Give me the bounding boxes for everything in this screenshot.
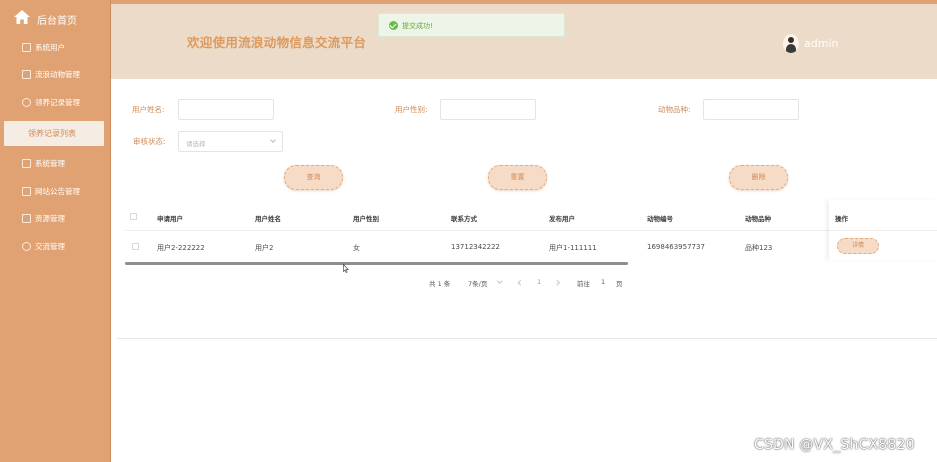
column-header-action: 操作 xyxy=(835,215,848,223)
mouse-cursor-icon xyxy=(343,264,349,273)
prev-page-icon[interactable] xyxy=(518,280,524,286)
site-title: 欢迎使用流浪动物信息交流平台 xyxy=(187,35,367,50)
delete-button[interactable]: 删除 xyxy=(729,165,788,190)
avatar[interactable] xyxy=(783,34,799,53)
sidebar-item-system-users[interactable]: 系统用户 xyxy=(0,38,111,58)
app-page: 后台首页 系统用户 流浪动物管理 领养记录管理 领养记录列表 系统管理 网站公告… xyxy=(0,0,937,462)
home-icon xyxy=(14,10,30,24)
sidebar-item-label: 流浪动物管理 xyxy=(35,70,80,79)
cell-breed: 品种123 xyxy=(745,244,773,252)
sidebar-item-adoption-records[interactable]: 领养记录管理 xyxy=(0,93,111,113)
sidebar-item-label: 交流管理 xyxy=(35,242,65,251)
detail-button[interactable]: 详情 xyxy=(837,238,879,254)
sidebar-item-label: 系统用户 xyxy=(35,43,65,52)
column-header-phone: 联系方式 xyxy=(451,215,477,223)
column-header-name: 用户姓名 xyxy=(255,215,281,223)
next-page-icon[interactable] xyxy=(554,280,560,286)
column-header-applicant: 申请用户 xyxy=(157,215,183,223)
watermark-text: CSDN @VX_ShCX8820 xyxy=(754,437,915,453)
success-toast: 提交成功! xyxy=(378,13,565,37)
sidebar-item-label: 网站公告管理 xyxy=(35,187,80,196)
chat-icon xyxy=(22,242,31,251)
goto-label: 前往 xyxy=(577,280,590,288)
pagination-total: 共 1 条 xyxy=(429,280,451,288)
sidebar-home-label: 后台首页 xyxy=(37,16,77,27)
sidebar-item-resource-management[interactable]: 资源管理 xyxy=(0,209,111,229)
chevron-down-icon xyxy=(270,137,276,143)
record-icon xyxy=(22,98,31,107)
page-size-select[interactable]: 7条/页 xyxy=(468,278,487,288)
main-content: 用户姓名: 用户性别: 动物品种: 审核状态: 请选择 查询 重置 删除 申请用… xyxy=(117,86,937,339)
cell-phone: 13712342222 xyxy=(451,243,500,251)
operation-column: 操作 详情 xyxy=(829,200,937,260)
user-name-input[interactable] xyxy=(178,99,274,120)
cell-gender: 女 xyxy=(353,244,360,252)
row-checkbox[interactable] xyxy=(132,243,139,250)
reset-button[interactable]: 重置 xyxy=(488,165,547,190)
review-status-select[interactable]: 请选择 xyxy=(178,131,283,152)
table-horizontal-scrollbar[interactable] xyxy=(125,262,628,265)
column-header-publisher: 发布用户 xyxy=(549,215,575,223)
current-page[interactable]: 1 xyxy=(537,278,541,286)
sidebar-item-notice-management[interactable]: 网站公告管理 xyxy=(0,182,111,202)
page-unit-label: 页 xyxy=(616,280,623,288)
animal-breed-label: 动物品种: xyxy=(658,105,691,114)
select-all-checkbox[interactable] xyxy=(130,213,137,220)
user-gender-input[interactable] xyxy=(440,99,536,120)
user-gender-label: 用户性别: xyxy=(395,105,428,114)
paw-icon xyxy=(22,70,31,79)
sidebar-item-adoption-list[interactable]: 领养记录列表 xyxy=(4,121,104,146)
review-status-label: 审核状态: xyxy=(133,137,166,146)
user-icon xyxy=(22,43,31,52)
top-header: 欢迎使用流浪动物信息交流平台 提交成功! admin xyxy=(111,0,937,79)
column-header-breed: 动物品种 xyxy=(745,215,771,223)
sidebar-item-label: 领养记录管理 xyxy=(35,98,80,107)
sidebar-item-system-management[interactable]: 系统管理 xyxy=(0,154,111,174)
admin-username[interactable]: admin xyxy=(804,37,838,50)
sidebar: 后台首页 系统用户 流浪动物管理 领养记录管理 领养记录列表 系统管理 网站公告… xyxy=(0,0,111,462)
sidebar-item-label: 领养记录列表 xyxy=(28,129,76,138)
user-name-label: 用户姓名: xyxy=(132,105,165,114)
column-header-gender: 用户性别 xyxy=(353,215,379,223)
sidebar-item-chat-management[interactable]: 交流管理 xyxy=(0,237,111,257)
settings-icon xyxy=(22,159,31,168)
column-header-animal-no: 动物编号 xyxy=(647,215,673,223)
chevron-down-icon xyxy=(497,278,503,284)
sidebar-item-stray-animals[interactable]: 流浪动物管理 xyxy=(0,65,111,85)
success-check-icon xyxy=(389,21,398,30)
query-button[interactable]: 查询 xyxy=(284,165,343,190)
cell-name: 用户2 xyxy=(255,244,274,252)
sidebar-item-home[interactable]: 后台首页 xyxy=(0,4,111,32)
animal-breed-input[interactable] xyxy=(703,99,799,120)
sidebar-item-label: 系统管理 xyxy=(35,159,65,168)
notice-icon xyxy=(22,187,31,196)
cell-publisher: 用户1-111111 xyxy=(549,244,597,252)
resource-icon xyxy=(22,214,31,223)
toast-message: 提交成功! xyxy=(402,22,433,30)
review-status-placeholder: 请选择 xyxy=(186,140,206,148)
cell-animal-no: 1698463957737 xyxy=(647,243,705,251)
sidebar-item-label: 资源管理 xyxy=(35,214,65,223)
cell-applicant: 用户2-222222 xyxy=(157,244,205,252)
goto-page-input[interactable]: 1 xyxy=(601,278,605,286)
